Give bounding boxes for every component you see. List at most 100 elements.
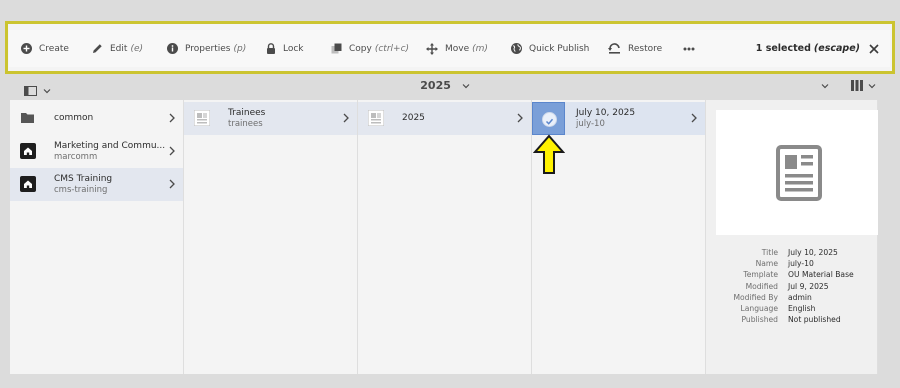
list-item-title: common	[54, 113, 94, 123]
column-view-icon[interactable]	[851, 80, 863, 91]
meta-value: Not published	[788, 315, 841, 325]
close-icon[interactable]	[867, 42, 881, 56]
create-label: Create	[39, 43, 69, 54]
restore-label: Restore	[628, 43, 663, 54]
globe-icon	[511, 43, 522, 54]
meta-key: Published	[741, 315, 778, 325]
meta-row-name: Name july-10	[706, 258, 877, 269]
quick-publish-button[interactable]: Quick Publish	[511, 30, 589, 67]
lock-button[interactable]: Lock	[266, 30, 304, 67]
meta-value: July 10, 2025	[788, 248, 838, 257]
move-shortcut: (m)	[472, 43, 488, 54]
column-cms-training: Trainees trainees	[184, 100, 358, 374]
edit-shortcut: (e)	[130, 43, 143, 54]
meta-row-modified-by: Modified By admin	[706, 292, 877, 303]
sort-dropdown-icon[interactable]	[821, 83, 829, 89]
list-item-title: Marketing and Commu...	[54, 141, 166, 151]
create-button[interactable]: Create	[21, 30, 69, 67]
copy-icon	[331, 43, 342, 54]
breadcrumb-title[interactable]: 2025	[10, 79, 880, 92]
list-item-july-10[interactable]: July 10, 2025 july-10	[532, 102, 705, 135]
chevron-right-icon	[169, 113, 175, 123]
meta-key: Language	[740, 304, 778, 314]
list-item-title: July 10, 2025	[576, 108, 636, 118]
meta-row-modified: Modified Jul 9, 2025	[706, 281, 877, 292]
restore-icon	[608, 43, 620, 54]
check-icon	[542, 112, 557, 127]
chevron-right-icon	[169, 146, 175, 156]
list-item-common[interactable]: common	[10, 102, 183, 135]
properties-label: Properties	[185, 43, 231, 54]
document-icon	[776, 145, 822, 201]
list-item-subtitle: trainees	[228, 119, 263, 129]
meta-row-published: Published Not published	[706, 314, 877, 325]
more-icon	[683, 47, 695, 50]
selection-escape-hint: (escape)	[813, 43, 860, 54]
list-item-subtitle: marcomm	[54, 152, 98, 162]
lock-label: Lock	[283, 43, 304, 54]
meta-key: Title	[761, 248, 778, 257]
move-icon	[426, 42, 438, 55]
column-trainees: 2025	[358, 100, 532, 374]
list-item-title: 2025	[402, 113, 425, 123]
column-sites: common Marketing and Commu... marcomm CM…	[10, 100, 184, 374]
meta-row-title: Title July 10, 2025	[706, 247, 877, 258]
selection-checkbox[interactable]	[532, 102, 565, 135]
list-item-trainees[interactable]: Trainees trainees	[184, 102, 357, 135]
meta-value: Jul 9, 2025	[788, 281, 829, 291]
list-item-2025[interactable]: 2025	[358, 102, 531, 135]
edit-button[interactable]: Edit (e)	[92, 30, 143, 67]
breadcrumb-title-text: 2025	[420, 79, 451, 92]
meta-row-template: Template OU Material Base	[706, 269, 877, 280]
chevron-right-icon	[169, 179, 175, 189]
list-item-subtitle: cms-training	[54, 185, 108, 195]
move-label: Move	[445, 43, 470, 54]
list-item-text: Trainees trainees	[228, 108, 265, 130]
copy-label: Copy	[349, 43, 372, 54]
meta-value: OU Material Base	[788, 270, 854, 280]
view-dropdown-icon[interactable]	[868, 83, 876, 89]
list-item-cms-training[interactable]: CMS Training cms-training	[10, 168, 183, 201]
quick-publish-label: Quick Publish	[529, 43, 590, 54]
view-controls	[821, 80, 876, 91]
chevron-right-icon	[343, 113, 349, 123]
meta-key: Modified By	[733, 292, 778, 302]
list-item-marcomm[interactable]: Marketing and Commu... marcomm	[10, 135, 183, 168]
details-panel: Title July 10, 2025 Name july-10 Template O…	[706, 100, 878, 374]
list-item-title: Trainees	[228, 108, 266, 118]
list-item-text: July 10, 2025 july-10	[576, 108, 635, 130]
properties-shortcut: (p)	[233, 43, 247, 54]
metadata-list: Title July 10, 2025 Name july-10 Template O…	[706, 247, 877, 325]
plus-circle-icon	[21, 43, 32, 54]
more-actions-button[interactable]	[683, 30, 702, 67]
meta-value: admin	[788, 292, 812, 302]
copy-shortcut: (ctrl+c)	[374, 43, 410, 54]
sub-toolbar: 2025	[10, 74, 880, 100]
action-bar: Create Edit (e) Properties (p) Lock Copy (c…	[9, 30, 890, 67]
page-icon	[368, 110, 384, 126]
copy-button[interactable]: Copy (ctrl+c)	[331, 30, 409, 67]
properties-button[interactable]: Properties (p)	[167, 30, 246, 67]
site-icon	[20, 143, 36, 159]
annotation-arrow-icon	[533, 134, 565, 174]
lock-icon	[267, 43, 275, 54]
meta-key: Template	[743, 270, 778, 280]
meta-value: july-10	[788, 259, 814, 269]
site-icon	[20, 176, 36, 192]
chevron-down-icon	[462, 84, 470, 89]
info-icon	[167, 43, 178, 54]
column-browser: common Marketing and Commu... marcomm CM…	[10, 100, 878, 374]
restore-button[interactable]: Restore	[608, 30, 662, 67]
meta-key: Modified	[745, 281, 778, 291]
move-button[interactable]: Move (m)	[426, 30, 488, 67]
pencil-icon	[93, 44, 102, 53]
list-item-title: CMS Training	[54, 174, 113, 184]
selection-count-label: 1 selected	[755, 43, 811, 54]
edit-label: Edit	[110, 43, 128, 54]
meta-value: English	[788, 304, 816, 314]
page-thumbnail	[716, 110, 878, 235]
meta-row-language: Language English	[706, 303, 877, 314]
list-item-subtitle: july-10	[576, 119, 605, 129]
page-icon	[194, 110, 210, 126]
chevron-right-icon	[691, 113, 697, 123]
